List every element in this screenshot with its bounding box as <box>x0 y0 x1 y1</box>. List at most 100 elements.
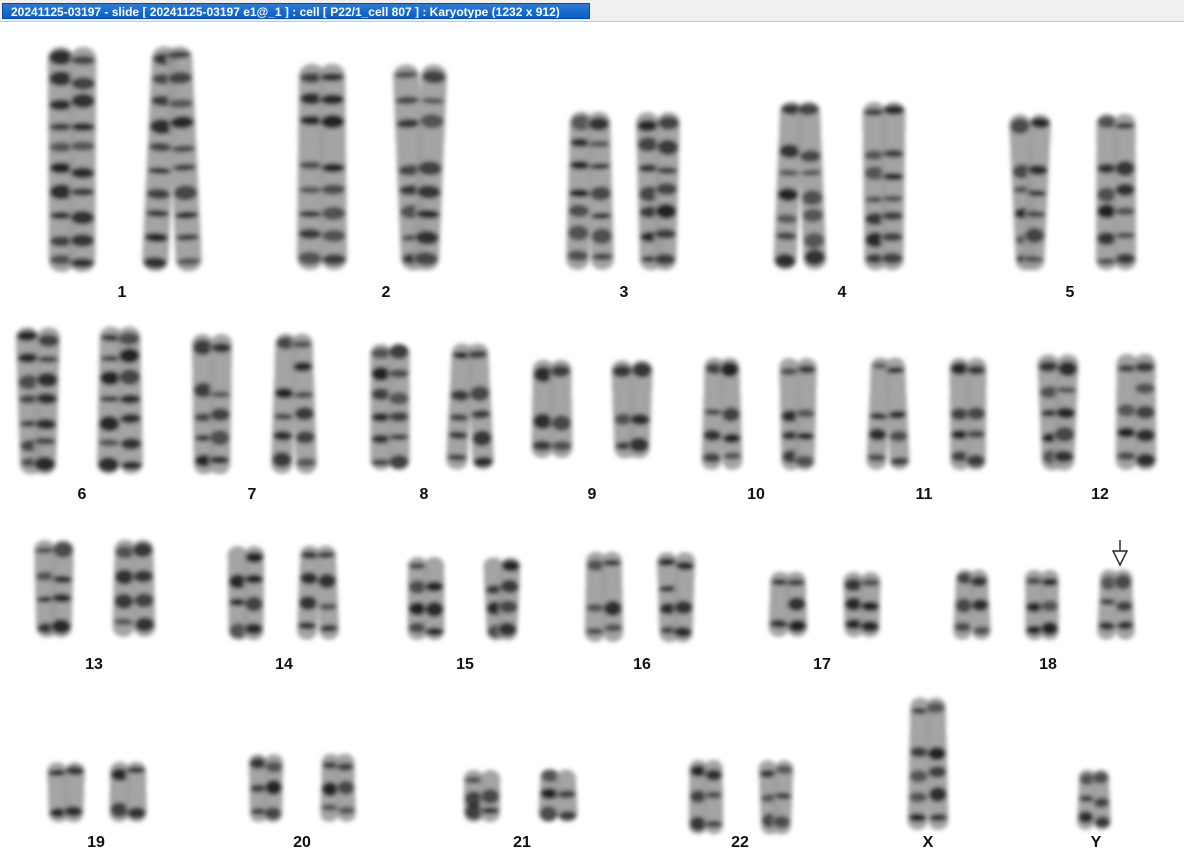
chromosome-5-1[interactable] <box>999 114 1061 271</box>
chromosome-15-2[interactable] <box>473 557 531 641</box>
chromosome-label-21: 21 <box>513 834 531 851</box>
chromosome-12-2[interactable] <box>1105 353 1167 470</box>
chromosome-group-8[interactable] <box>359 343 501 471</box>
chromosome-10-1[interactable] <box>693 357 751 470</box>
chromosome-11-2[interactable] <box>939 358 997 471</box>
chromosome-group-20[interactable] <box>239 753 365 823</box>
chromosome-group-6[interactable] <box>5 326 153 475</box>
window-titlebar[interactable]: 20241125-03197 - slide [ 20241125-03197 … <box>0 0 1184 22</box>
chromosome-13-2[interactable] <box>103 539 165 637</box>
chromosome-15-1[interactable] <box>397 556 455 640</box>
chromosome-label-22: 22 <box>731 834 749 851</box>
chromosome-group-18[interactable] <box>945 569 1143 641</box>
chromosome-18-2[interactable] <box>1015 570 1069 641</box>
chromosome-label-Y: Y <box>1090 834 1102 851</box>
chromosome-label-9: 9 <box>587 486 597 503</box>
chromosome-10-2[interactable] <box>769 358 827 471</box>
chromosome-group-13[interactable] <box>23 539 165 638</box>
chromosome-group-Y[interactable] <box>1069 769 1119 830</box>
chromosome-4-1[interactable] <box>767 101 833 270</box>
chromosome-label-15: 15 <box>456 656 474 673</box>
chromosome-14-1[interactable] <box>217 546 275 641</box>
chromosome-16-2[interactable] <box>647 552 705 643</box>
chromosome-12-1[interactable] <box>1027 354 1089 471</box>
chromosome-group-17[interactable] <box>759 571 891 638</box>
chromosome-5-2[interactable] <box>1085 113 1147 270</box>
chromosome-label-1: 1 <box>117 284 127 301</box>
chromosome-group-3[interactable] <box>557 111 691 271</box>
chromosome-group-5[interactable] <box>999 113 1147 271</box>
chromosome-group-21[interactable] <box>453 769 587 823</box>
chromosome-9-1[interactable] <box>521 359 583 458</box>
abnormality-arrow-icon <box>1111 540 1129 567</box>
chromosome-18-1[interactable] <box>945 569 999 640</box>
chromosome-label-14: 14 <box>275 656 293 673</box>
chromosome-2-1[interactable] <box>284 63 360 270</box>
chromosome-20-2[interactable] <box>311 753 365 822</box>
chromosome-group-2[interactable] <box>284 63 458 271</box>
chromosome-label-8: 8 <box>419 486 429 503</box>
chromosome-3-1[interactable] <box>557 111 623 270</box>
chromosome-4-2[interactable] <box>851 102 917 271</box>
chromosome-11-1[interactable] <box>859 357 917 470</box>
chromosome-X-1[interactable] <box>899 697 957 830</box>
karyogram <box>5 46 1167 835</box>
chromosome-19-1[interactable] <box>37 762 95 823</box>
chromosome-18-3[interactable] <box>1089 569 1143 640</box>
chromosome-7-2[interactable] <box>263 333 325 474</box>
chromosome-17-1[interactable] <box>759 571 817 637</box>
chromosome-6-1[interactable] <box>5 327 71 475</box>
chromosome-16-1[interactable] <box>575 551 633 642</box>
window-title: 20241125-03197 - slide [ 20241125-03197 … <box>2 3 590 19</box>
chromosome-9-2[interactable] <box>601 360 663 459</box>
chromosome-group-12[interactable] <box>1027 353 1167 471</box>
chromosome-label-7: 7 <box>247 486 257 503</box>
chromosome-label-2: 2 <box>381 284 391 301</box>
chromosome-3-2[interactable] <box>625 112 691 271</box>
chromosome-label-4: 4 <box>837 284 847 301</box>
chromosome-label-3: 3 <box>619 284 629 301</box>
chromosome-22-2[interactable] <box>749 760 803 835</box>
chromosome-group-X[interactable] <box>899 697 957 830</box>
chromosome-group-15[interactable] <box>397 556 531 641</box>
chromosome-label-12: 12 <box>1091 486 1109 503</box>
chromosome-label-17: 17 <box>813 656 831 673</box>
chromosome-Y-1[interactable] <box>1069 769 1119 830</box>
chromosome-14-2[interactable] <box>289 545 347 640</box>
karyotype-canvas: 1 2 3 4 5 6 7 8 9 10 11 12 13 14 15 16 17 18 19 20 21 22 X Y <box>0 22 1184 858</box>
chromosome-group-11[interactable] <box>859 357 997 471</box>
chromosome-label-11: 11 <box>915 486 933 503</box>
chromosome-1-2[interactable] <box>134 46 210 272</box>
chromosome-2-2[interactable] <box>382 64 458 271</box>
chromosome-label-20: 20 <box>293 834 311 851</box>
chromosome-21-2[interactable] <box>529 769 587 822</box>
chromosome-group-7[interactable] <box>181 333 325 475</box>
chromosome-19-2[interactable] <box>99 761 157 822</box>
chromosome-label-18: 18 <box>1039 656 1057 673</box>
chromosome-group-19[interactable] <box>37 761 157 823</box>
chromosome-8-1[interactable] <box>359 344 421 471</box>
chromosome-17-2[interactable] <box>833 572 891 638</box>
chromosome-7-1[interactable] <box>181 334 243 475</box>
chromosome-13-1[interactable] <box>23 540 85 638</box>
chromosome-22-1[interactable] <box>679 759 733 834</box>
chromosome-label-6: 6 <box>77 486 87 503</box>
chromosome-group-9[interactable] <box>521 359 663 459</box>
chromosome-label-5: 5 <box>1065 284 1075 301</box>
chromosome-label-13: 13 <box>85 656 103 673</box>
chromosome-group-14[interactable] <box>217 545 347 641</box>
chromosome-label-16: 16 <box>633 656 651 673</box>
chromosome-label-19: 19 <box>87 834 105 851</box>
chromosome-6-2[interactable] <box>87 326 153 474</box>
chromosome-group-22[interactable] <box>679 759 803 835</box>
chromosome-label-X: X <box>922 834 934 851</box>
chromosome-1-1[interactable] <box>34 47 110 273</box>
chromosome-20-1[interactable] <box>239 754 293 823</box>
chromosome-group-4[interactable] <box>767 101 917 271</box>
chromosome-8-2[interactable] <box>439 343 501 470</box>
chromosome-group-10[interactable] <box>693 357 827 471</box>
chromosome-label-10: 10 <box>747 486 765 503</box>
chromosome-21-1[interactable] <box>453 770 511 823</box>
chromosome-group-16[interactable] <box>575 551 705 643</box>
chromosome-group-1[interactable] <box>34 46 210 273</box>
